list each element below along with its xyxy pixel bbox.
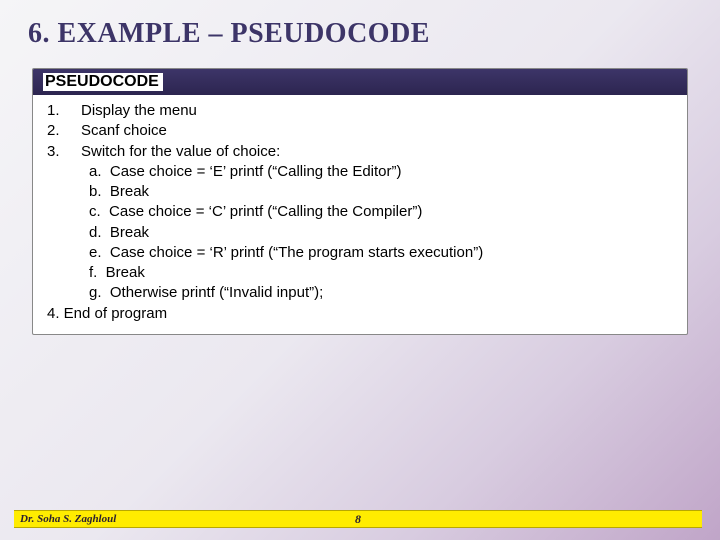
- pseudo-subline: d. Break: [47, 223, 673, 243]
- footer-bar: Dr. Soha S. Zaghloul 8: [14, 510, 702, 528]
- panel-body: 1.Display the menu 2.Scanf choice 3.Swit…: [33, 95, 687, 334]
- pseudo-line: 1.Display the menu: [47, 101, 673, 121]
- slide: 6. EXAMPLE – PSEUDOCODE PSEUDOCODE 1.Dis…: [0, 0, 720, 540]
- pseudo-subline: f. Break: [47, 263, 673, 283]
- pseudo-subline: a. Case choice = ‘E’ printf (“Calling th…: [47, 162, 673, 182]
- pseudo-line: 4. End of program: [47, 304, 673, 324]
- pseudo-line: 3.Switch for the value of choice:: [47, 142, 673, 162]
- panel-header: PSEUDOCODE: [33, 69, 687, 95]
- pseudo-subline: g. Otherwise printf (“Invalid input”);: [47, 283, 673, 303]
- slide-title: 6. EXAMPLE – PSEUDOCODE: [28, 18, 692, 50]
- pseudo-line: 2.Scanf choice: [47, 121, 673, 141]
- pseudocode-panel: PSEUDOCODE 1.Display the menu 2.Scanf ch…: [32, 68, 688, 335]
- panel-header-text: PSEUDOCODE: [43, 73, 163, 91]
- pseudo-subline: b. Break: [47, 182, 673, 202]
- pseudo-subline: c. Case choice = ‘C’ printf (“Calling th…: [47, 202, 673, 222]
- author-name: Dr. Soha S. Zaghloul: [14, 513, 116, 525]
- pseudo-subline: e. Case choice = ‘R’ printf (“The progra…: [47, 243, 673, 263]
- page-number: 8: [355, 512, 361, 527]
